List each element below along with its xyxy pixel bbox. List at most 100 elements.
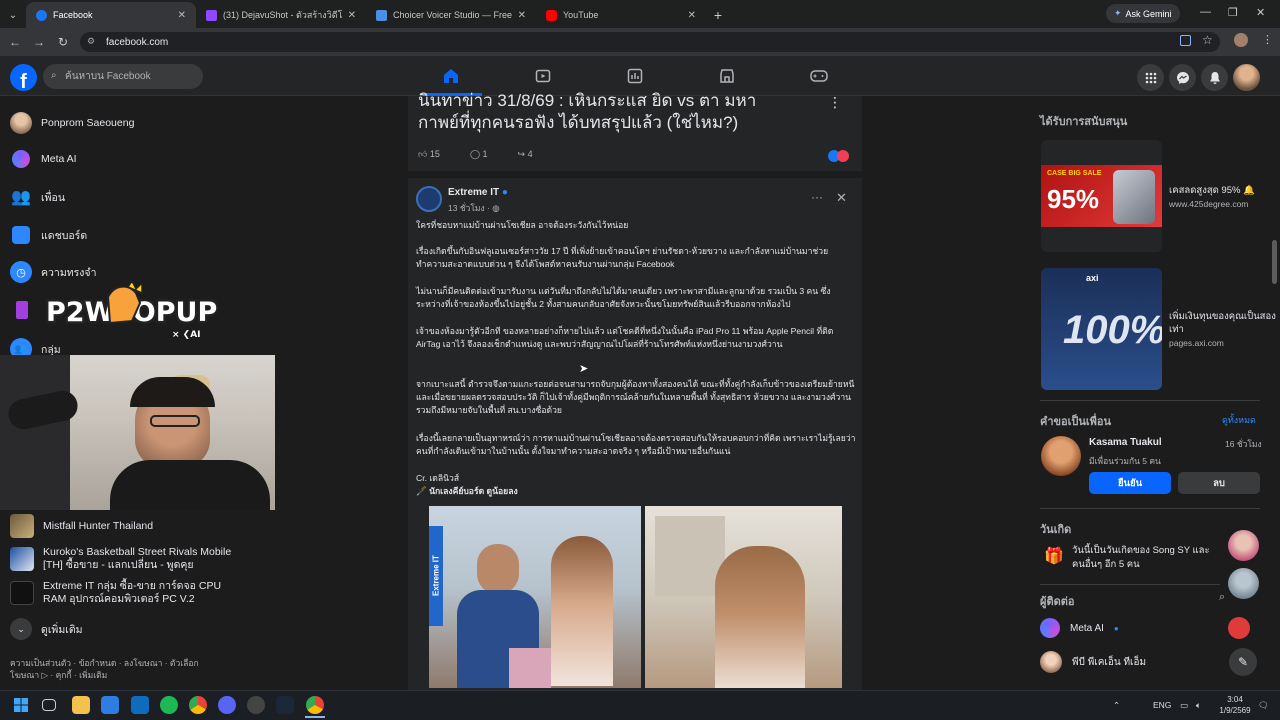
phone-case-graphic (1113, 170, 1155, 224)
birthday-text[interactable]: วันนี้เป็นวันเกิดของ Song SY และคนอื่นๆ … (1072, 544, 1222, 572)
floating-avatar[interactable] (1228, 617, 1250, 639)
file-explorer-icon[interactable] (72, 696, 90, 714)
messenger-icon[interactable] (1169, 64, 1196, 91)
network-icon[interactable]: ▭ (1180, 700, 1188, 711)
post-time[interactable]: 13 ชั่วโมง · ◍ (448, 201, 500, 215)
minimize-icon[interactable]: — (1200, 6, 1211, 18)
ad-url[interactable]: www.425degree.com (1169, 199, 1248, 209)
home-icon[interactable] (442, 67, 460, 85)
requester-avatar[interactable] (1041, 436, 1081, 476)
post-options-icon[interactable]: ⋮ (828, 94, 842, 111)
url-field[interactable]: ⚙ facebook.com (80, 32, 1220, 52)
close-window-icon[interactable]: ✕ (1256, 6, 1265, 19)
author-avatar[interactable] (416, 186, 442, 212)
clock[interactable]: 3:04 1/9/2569 (1218, 694, 1252, 716)
bookmark-star-icon[interactable]: ☆ (1202, 33, 1213, 47)
notifications-bell-icon[interactable] (1201, 64, 1228, 91)
sidebar-group-extreme-it[interactable]: Extreme IT กลุ่ม ซื้อ-ขาย การ์ดจอ CPU RA… (10, 580, 240, 606)
feeds-icon[interactable] (626, 67, 644, 85)
search-input[interactable]: ⌕ ค้นหาบน Facebook (43, 64, 203, 89)
tray-chevron-icon[interactable]: ⌃ (1113, 700, 1120, 711)
store-icon[interactable] (101, 696, 119, 714)
back-icon[interactable]: ← (3, 35, 27, 49)
forward-icon[interactable]: → (27, 35, 51, 49)
scrollbar-thumb[interactable] (1272, 240, 1277, 284)
marketplace-icon[interactable] (718, 67, 736, 85)
maximize-icon[interactable]: ❐ (1228, 6, 1238, 19)
ad-url[interactable]: pages.axi.com (1169, 338, 1224, 348)
task-view-icon[interactable] (42, 699, 56, 711)
footer-links[interactable]: ความเป็นส่วนตัว · ข้อกำหนด · ลงโฆษณา · ต… (10, 657, 210, 681)
menu-grid-icon[interactable] (1137, 64, 1164, 91)
birthday-avatar[interactable] (1228, 530, 1259, 561)
ask-gemini-button[interactable]: ✦ Ask Gemini (1106, 4, 1180, 23)
contact-search-icon[interactable]: ⌕ (1219, 591, 1225, 604)
delete-button[interactable]: ลบ (1178, 472, 1260, 494)
more-options-icon[interactable]: ··· (811, 190, 823, 204)
tab-search-icon[interactable]: ⌄ (0, 2, 26, 28)
chrome-menu-icon[interactable]: ⋮ (1262, 33, 1273, 46)
chrome-active-icon[interactable] (306, 696, 324, 714)
new-message-icon[interactable]: ✎ (1229, 648, 1257, 676)
clock-date: 1/9/2569 (1219, 706, 1251, 715)
outlook-icon[interactable] (131, 696, 149, 714)
volume-icon[interactable]: 🔈︎ (1196, 700, 1201, 711)
app-icon[interactable] (247, 696, 265, 714)
post-author[interactable]: Extreme IT ● (448, 187, 508, 198)
post-paragraph-4: เจ้าของห้องมารู้ตัวอีกที ของหลายอย่างก็ห… (416, 326, 834, 350)
steam-icon[interactable] (276, 696, 294, 714)
close-tab-icon[interactable]: ✕ (518, 10, 526, 21)
sidebar-group-mistfall[interactable]: Mistfall Hunter Thailand (10, 514, 153, 538)
tab-choicer[interactable]: Choicer Voicer Studio — Free C ✕ (366, 2, 536, 28)
contact-meta-ai[interactable]: Meta AI ● (1040, 618, 1119, 638)
contact-item[interactable]: พีบี พีเคเอ็น ทีเอ็ม (1040, 651, 1146, 673)
gaming-icon[interactable] (810, 67, 828, 85)
sidebar-item-friends[interactable]: 👥 เพื่อน (10, 186, 65, 208)
facebook-logo[interactable]: f (10, 64, 37, 91)
see-all-link[interactable]: ดูทั้งหมด (1222, 413, 1256, 427)
ad-image-cases[interactable]: CASE BIG SALE 95% (1041, 140, 1162, 252)
see-more-button[interactable]: ⌄ ดูเพิ่มเติม (10, 618, 83, 640)
ad-image-axi[interactable]: axi 100% (1041, 268, 1162, 390)
sidebar-item-dashboard[interactable]: แดชบอร์ด (10, 224, 87, 246)
new-tab-button[interactable]: + (706, 2, 730, 28)
sidebar-item-memories[interactable]: ◷ ความทรงจำ (10, 261, 96, 283)
close-tab-icon[interactable]: ✕ (688, 10, 696, 21)
profile-avatar[interactable] (1234, 33, 1248, 47)
post-writer[interactable]: 🖋️ นักเลงคีย์บอร์ด ดูน้อยลง (416, 485, 856, 498)
close-tab-icon[interactable]: ✕ (348, 10, 356, 21)
contacts-heading: ผู้ติดต่อ (1040, 596, 1075, 608)
sidebar-group-kuroko[interactable]: Kuroko's Basketball Street Rivals Mobile… (10, 546, 240, 572)
sidebar-item-meta-ai[interactable]: Meta AI (10, 148, 77, 170)
like-action[interactable]: 👍︎ 15 (418, 149, 440, 160)
site-info-icon[interactable]: ⚙ (87, 36, 95, 47)
post-image-left[interactable]: Extreme IT (429, 506, 641, 688)
previous-post-title[interactable]: นินทาข่าว 31/8/69 : เหินกระแส ยิด vs ตา … (418, 90, 818, 134)
post-image-right[interactable] (645, 506, 842, 688)
translate-icon[interactable] (1180, 35, 1191, 46)
requester-name[interactable]: Kasama Tuakul (1089, 437, 1162, 448)
chrome-icon[interactable] (189, 696, 207, 714)
discord-icon[interactable] (218, 696, 236, 714)
birthday-avatar[interactable] (1228, 568, 1259, 599)
ad-title[interactable]: เพิ่มเงินทุนของคุณเป็นสองเท่า (1169, 310, 1279, 336)
sidebar-item-profile[interactable]: Ponprom Saeoueng (10, 112, 134, 134)
ad-title[interactable]: เคสลดสูงสุด 95% 🔔 (1169, 184, 1279, 197)
comment-action[interactable]: ◯ 1 (470, 149, 488, 160)
tab-dejavushot[interactable]: (31) DejavuShot - ตัวสร้างวิดีโอ - ✕ (196, 2, 366, 28)
close-tab-icon[interactable]: ✕ (178, 10, 186, 21)
notification-center-icon[interactable]: 🗨︎ (1258, 700, 1269, 711)
share-action[interactable]: ↪ 4 (518, 149, 533, 160)
sidebar-item-saved[interactable] (10, 299, 34, 321)
confirm-button[interactable]: ยืนยัน (1089, 472, 1171, 494)
account-avatar[interactable] (1233, 64, 1260, 91)
language-indicator[interactable]: ENG (1153, 700, 1171, 710)
reactions-summary[interactable] (828, 150, 849, 162)
reload-icon[interactable]: ↻ (51, 35, 75, 49)
spotify-icon[interactable] (160, 696, 178, 714)
tab-facebook[interactable]: Facebook ✕ (26, 2, 196, 28)
close-post-icon[interactable]: ✕ (836, 190, 847, 206)
video-icon[interactable] (534, 67, 552, 85)
windows-start-icon[interactable] (12, 696, 30, 714)
tab-youtube[interactable]: YouTube ✕ (536, 2, 706, 28)
